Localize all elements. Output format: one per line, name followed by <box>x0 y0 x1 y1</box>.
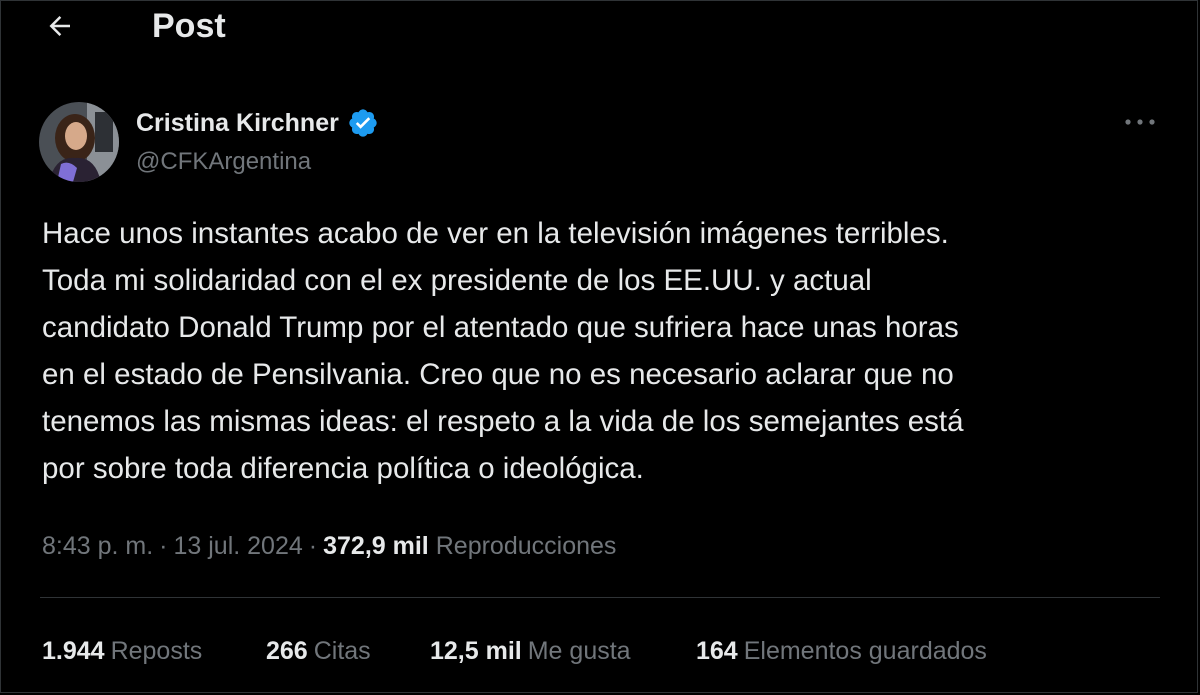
author-name[interactable]: Cristina Kirchner <box>136 104 339 142</box>
avatar-image <box>39 102 119 182</box>
post-meta: 8:43 p. m. · 13 jul. 2024 · 372,9 mil Re… <box>42 526 616 566</box>
more-horizontal-icon <box>1125 119 1155 125</box>
engagement-stats: 1.944 Reposts 266 Citas 12,5 mil Me gust… <box>42 631 987 671</box>
more-options-button[interactable] <box>1118 106 1162 138</box>
likes-stat[interactable]: 12,5 mil Me gusta <box>430 637 696 666</box>
post-time[interactable]: 8:43 p. m. <box>42 532 153 561</box>
reposts-stat[interactable]: 1.944 Reposts <box>42 637 266 666</box>
bookmarks-count: 164 <box>696 636 738 665</box>
reposts-count: 1.944 <box>42 636 105 665</box>
post-date[interactable]: 13 jul. 2024 <box>174 532 303 561</box>
views-label: Reproducciones <box>435 531 617 560</box>
quotes-stat[interactable]: 266 Citas <box>266 637 430 666</box>
verified-badge-icon <box>347 107 379 139</box>
reposts-label: Reposts <box>110 636 203 665</box>
meta-separator: · <box>308 531 318 560</box>
author-name-row: Cristina Kirchner <box>136 104 379 142</box>
post-text: Hace unos instantes acabo de ver en la t… <box>42 217 964 485</box>
avatar[interactable] <box>39 102 119 182</box>
views-count: 372,9 mil <box>323 531 429 560</box>
back-button[interactable] <box>40 6 80 46</box>
page-title: Post <box>152 7 226 45</box>
quotes-count: 266 <box>266 636 308 665</box>
arrow-left-icon <box>49 16 70 36</box>
likes-label: Me gusta <box>527 636 631 665</box>
divider <box>40 597 1160 598</box>
author-handle[interactable]: @CFKArgentina <box>136 146 311 178</box>
quotes-label: Citas <box>313 636 371 665</box>
likes-count: 12,5 mil <box>430 636 522 665</box>
meta-separator: · <box>159 531 168 560</box>
bookmarks-stat[interactable]: 164 Elementos guardados <box>696 637 987 666</box>
page-header: Post <box>0 0 1200 54</box>
bookmarks-label: Elementos guardados <box>743 636 987 665</box>
